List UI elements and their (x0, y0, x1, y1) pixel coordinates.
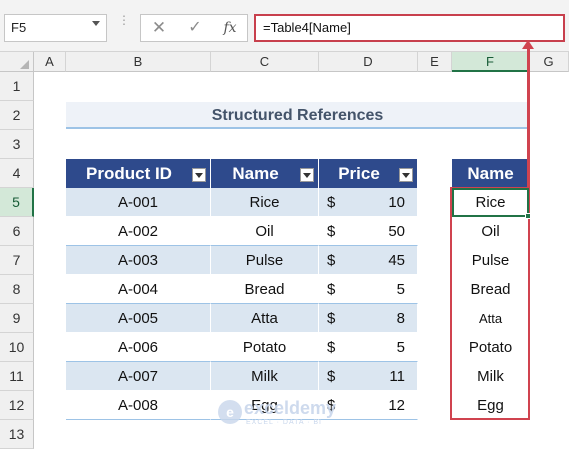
highlight-box (450, 187, 530, 420)
row-header-2[interactable]: 2 (0, 101, 34, 130)
cell-product-id[interactable]: A-006 (66, 333, 211, 362)
filter-dropdown-icon[interactable] (300, 168, 314, 182)
active-cell-border[interactable] (452, 188, 529, 217)
row-header-5[interactable]: 5 (0, 188, 34, 217)
price-value: 11 (389, 368, 405, 385)
cell-name[interactable]: Rice (211, 188, 319, 217)
row-header-6[interactable]: 6 (0, 217, 34, 246)
header-label: Name (232, 164, 279, 183)
chevron-down-icon[interactable] (92, 21, 100, 26)
cell-price[interactable]: $11 (319, 362, 418, 391)
price-value: 45 (388, 252, 405, 269)
cell-price[interactable]: $5 (319, 275, 418, 304)
table-header-product-id: Product ID (66, 159, 211, 188)
sheet-title: Structured References (211, 107, 384, 124)
row-header-12[interactable]: 12 (0, 391, 34, 420)
currency-symbol: $ (327, 223, 336, 240)
filter-dropdown-icon[interactable] (399, 168, 413, 182)
header-label: Price (338, 164, 380, 183)
row-header-9[interactable]: 9 (0, 304, 34, 333)
cell-price[interactable]: $8 (319, 304, 418, 333)
cell-price[interactable]: $10 (319, 188, 418, 217)
cell-name[interactable]: Bread (211, 275, 319, 304)
row-header-13[interactable]: 13 (0, 420, 34, 449)
row-header-10[interactable]: 10 (0, 333, 34, 362)
cell-product-id[interactable]: A-005 (66, 304, 211, 333)
fill-handle[interactable] (525, 213, 531, 219)
header-label: Product ID (86, 164, 172, 183)
cell-product-id[interactable]: A-007 (66, 362, 211, 391)
price-value: 50 (388, 223, 405, 240)
cell-price[interactable]: $5 (319, 333, 418, 362)
drag-handle-icon[interactable]: ⋮ (118, 14, 130, 37)
column-header-c[interactable]: C (211, 52, 319, 72)
cell-name[interactable]: Oil (211, 217, 319, 246)
row-header-1[interactable]: 1 (0, 72, 34, 101)
cell-name[interactable]: Atta (211, 304, 319, 333)
column-header-a[interactable]: A (34, 52, 66, 72)
column-header-f[interactable]: F (452, 52, 529, 72)
table-header-name: Name (211, 159, 319, 188)
enter-icon[interactable]: ✓ (184, 16, 206, 40)
currency-symbol: $ (327, 310, 336, 327)
currency-symbol: $ (327, 281, 336, 298)
row-header-8[interactable]: 8 (0, 275, 34, 304)
result-header[interactable]: Name (452, 159, 529, 188)
column-header-d[interactable]: D (319, 52, 418, 72)
cell-product-id[interactable]: A-008 (66, 391, 211, 420)
annotation-arrow (527, 46, 530, 188)
row-header-7[interactable]: 7 (0, 246, 34, 275)
cell-name[interactable]: Milk (211, 362, 319, 391)
select-all-icon (20, 60, 29, 69)
currency-symbol: $ (327, 252, 336, 269)
watermark-logo: e (218, 400, 242, 424)
cancel-icon[interactable]: ✕ (148, 16, 170, 40)
row-header-3[interactable]: 3 (0, 130, 34, 159)
cell-price[interactable]: $50 (319, 217, 418, 246)
price-value: 5 (396, 339, 405, 356)
watermark-tagline: EXCEL · DATA · BI (246, 419, 322, 426)
column-header-g[interactable]: G (529, 52, 569, 72)
cell-product-id[interactable]: A-002 (66, 217, 211, 246)
column-header-b[interactable]: B (66, 52, 211, 72)
price-value: 10 (388, 194, 405, 211)
currency-symbol: $ (327, 339, 336, 356)
price-value: 5 (396, 281, 405, 298)
cell-product-id[interactable]: A-004 (66, 275, 211, 304)
row-header-4[interactable]: 4 (0, 159, 34, 188)
cell-price[interactable]: $45 (319, 246, 418, 275)
formula-input[interactable]: =Table4[Name] (254, 14, 565, 42)
watermark-text: exceldemy (244, 398, 337, 418)
row-header-11[interactable]: 11 (0, 362, 34, 391)
currency-symbol: $ (327, 194, 336, 211)
table-header-price: Price (319, 159, 418, 188)
currency-symbol: $ (327, 368, 336, 385)
name-box[interactable]: F5 (4, 14, 107, 42)
arrow-head-icon (522, 40, 534, 49)
insert-function-icon[interactable]: fx (218, 16, 242, 40)
cell-product-id[interactable]: A-003 (66, 246, 211, 275)
price-value: 8 (396, 310, 405, 327)
column-header-e[interactable]: E (418, 52, 452, 72)
cell-product-id[interactable]: A-001 (66, 188, 211, 217)
price-value: 12 (388, 397, 405, 414)
cell-name[interactable]: Potato (211, 333, 319, 362)
cell-name[interactable]: Pulse (211, 246, 319, 275)
filter-dropdown-icon[interactable] (192, 168, 206, 182)
